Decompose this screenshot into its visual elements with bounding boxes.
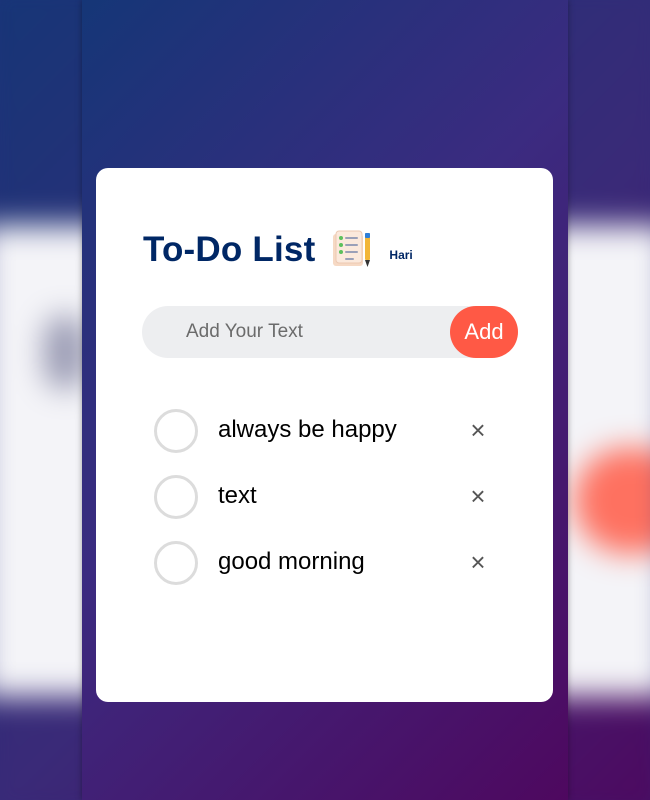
todo-text: text bbox=[218, 482, 257, 509]
add-button[interactable]: Add bbox=[450, 306, 518, 358]
todo-item[interactable]: always be happy × bbox=[96, 398, 553, 464]
checkbox-circle[interactable] bbox=[154, 409, 198, 453]
close-icon[interactable]: × bbox=[468, 549, 488, 575]
todo-item[interactable]: good morning × bbox=[96, 530, 553, 596]
todo-card: To-Do List Hari Add Your Text Add always… bbox=[96, 168, 553, 702]
todo-list: always be happy × text × good morning × bbox=[96, 398, 553, 596]
input-row: Add bbox=[142, 306, 518, 358]
checkbox-circle[interactable] bbox=[154, 541, 198, 585]
page-title: To-Do List bbox=[143, 230, 316, 269]
todo-text: always be happy bbox=[218, 416, 397, 443]
blurred-shape bbox=[44, 315, 87, 390]
todo-item[interactable]: text × bbox=[96, 464, 553, 530]
author-tag: Hari bbox=[389, 248, 413, 262]
checkbox-circle[interactable] bbox=[154, 475, 198, 519]
title-row: To-Do List Hari bbox=[143, 230, 413, 270]
checklist-pencil-icon bbox=[333, 230, 371, 267]
close-icon[interactable]: × bbox=[468, 483, 488, 509]
app-viewport: To-Do List Hari Add Your Text Add always… bbox=[82, 0, 568, 800]
close-icon[interactable]: × bbox=[468, 417, 488, 443]
todo-text: good morning bbox=[218, 548, 365, 575]
todo-input[interactable] bbox=[166, 306, 436, 358]
